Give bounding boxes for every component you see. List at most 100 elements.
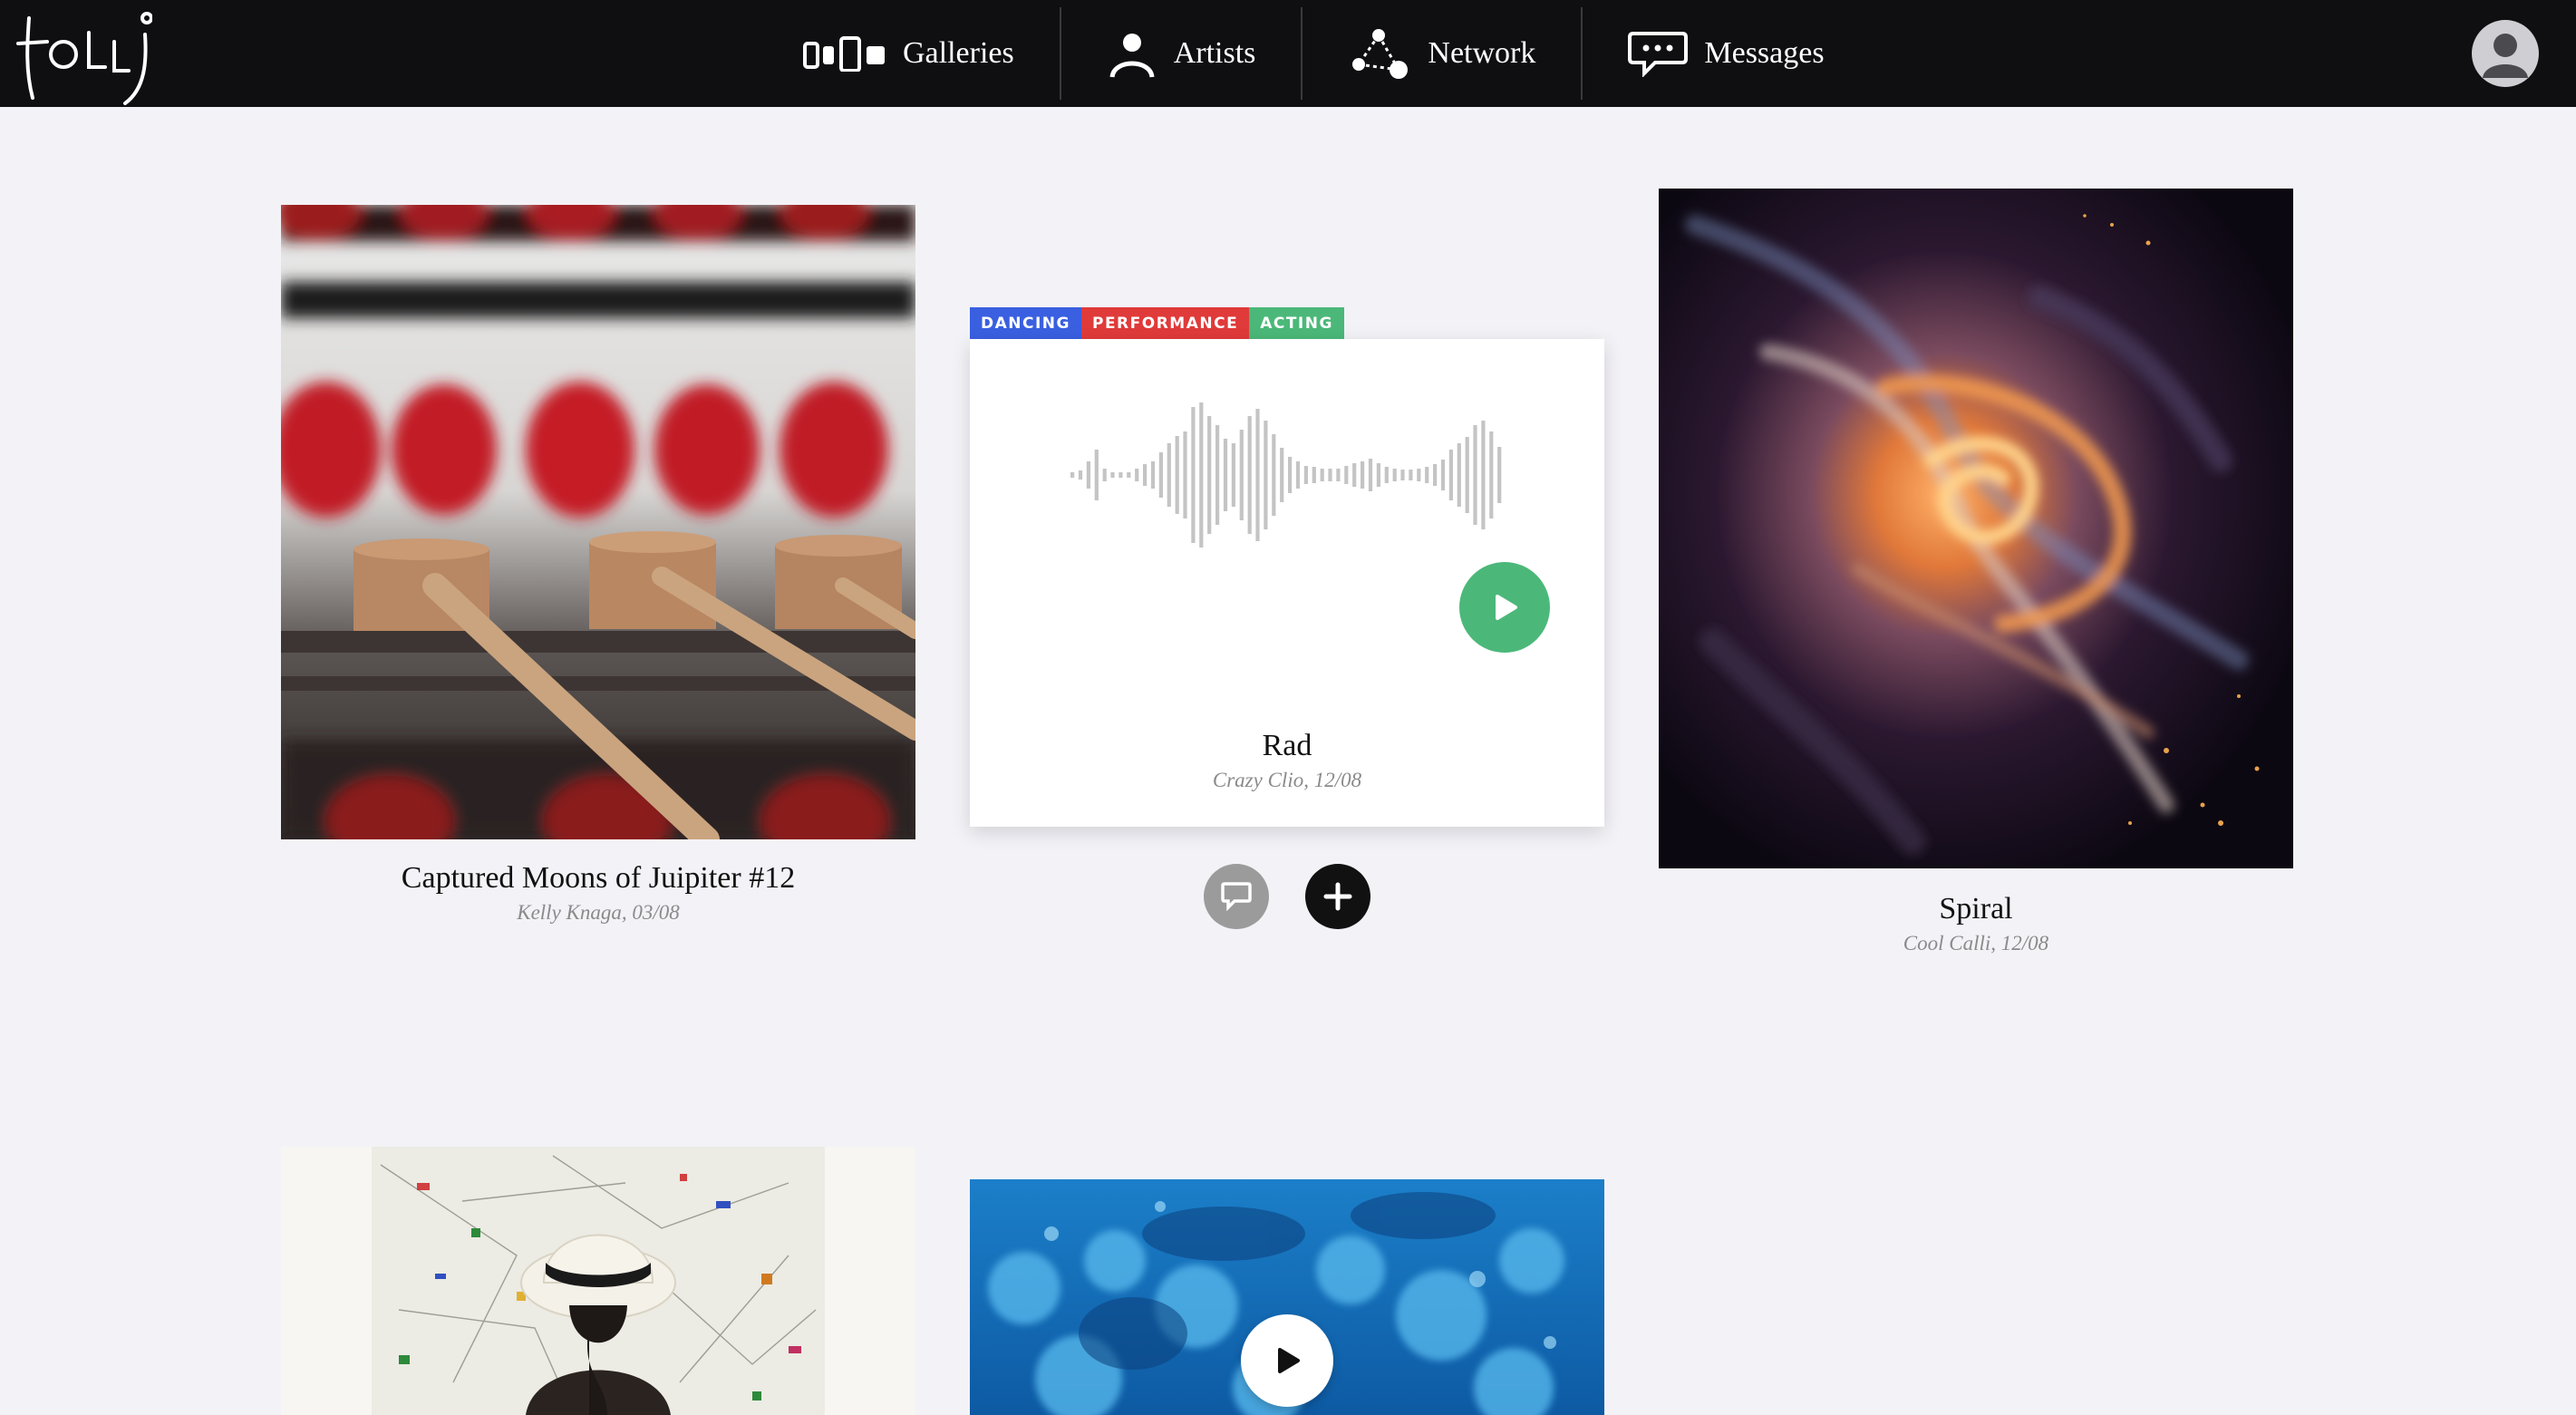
play-icon [1278, 1348, 1300, 1373]
user-avatar[interactable] [2472, 20, 2539, 87]
comment-button[interactable] [1204, 864, 1269, 929]
audio-byline[interactable]: Crazy Clio, 12/08 [970, 769, 1604, 792]
waveform-bar [1344, 466, 1349, 484]
waveform-bar [1150, 461, 1156, 489]
waveform-bar [1400, 470, 1405, 480]
waveform-bar [1102, 469, 1107, 481]
waveform-bar [1255, 409, 1260, 541]
waveform-bar [1135, 469, 1139, 481]
waveform-bar [1425, 467, 1429, 483]
audio-waveform-icon [1070, 402, 1502, 548]
waveform-bar [1280, 448, 1284, 502]
plus-icon [1323, 882, 1352, 911]
waveform-bar [1110, 472, 1115, 478]
play-icon [1496, 595, 1517, 620]
artwork-byline[interactable]: Cool Calli, 12/08 [1659, 932, 2293, 955]
tag-dancing[interactable]: DANCING [970, 307, 1081, 339]
nav-item-artists[interactable]: Artists [1061, 0, 1302, 107]
waveform-bar [1247, 416, 1252, 534]
artwork-caption: Captured Moons of Juipiter #12 Kelly Kna… [281, 861, 915, 925]
waveform-bar [1207, 416, 1212, 534]
waveform-bar [1384, 467, 1389, 483]
nav-item-messages[interactable]: Messages [1583, 0, 1869, 107]
waveform-bar [1352, 463, 1357, 487]
galleries-icon [803, 35, 886, 72]
tag-list: DANCING PERFORMANCE ACTING [970, 307, 1344, 339]
waveform-bar [1223, 439, 1228, 511]
artist-icon [1107, 28, 1157, 79]
waveform-bar [1272, 434, 1276, 516]
waveform-bar [1409, 470, 1413, 480]
tag-acting[interactable]: ACTING [1249, 307, 1344, 339]
audio-title[interactable]: Rad [970, 729, 1604, 763]
top-navigation-bar: Galleries Artists Network Messages [0, 0, 2576, 107]
audio-caption: Rad Crazy Clio, 12/08 [970, 729, 1604, 792]
waveform-bar [1288, 457, 1293, 493]
user-avatar-icon [2483, 34, 2528, 78]
artwork-image-spiral[interactable] [1659, 189, 2293, 868]
artwork-caption: Spiral Cool Calli, 12/08 [1659, 892, 2293, 955]
waveform-bar [1328, 469, 1332, 481]
audio-play-button[interactable] [1459, 562, 1550, 653]
artwork-thumbnail [281, 1147, 915, 1415]
add-button[interactable] [1305, 864, 1370, 929]
waveform-bar [1376, 463, 1380, 487]
waveform-bar [1086, 461, 1090, 489]
waveform-bar [1167, 443, 1171, 507]
waveform-bar [1143, 464, 1148, 486]
waveform-bar [1320, 469, 1324, 481]
waveform-bar [1094, 450, 1099, 500]
nav-item-galleries[interactable]: Galleries [758, 0, 1060, 107]
tolli-logo[interactable] [16, 7, 152, 109]
waveform-bar [1481, 421, 1486, 529]
artwork-image-gallery-visitor[interactable] [281, 1147, 915, 1415]
waveform-bar [1489, 431, 1494, 519]
messages-icon [1628, 30, 1689, 77]
network-icon [1348, 26, 1411, 81]
waveform-bar [1158, 452, 1163, 498]
nav-item-network[interactable]: Network [1303, 0, 1581, 107]
waveform-bar [1336, 469, 1341, 481]
nav-label-network: Network [1428, 36, 1536, 70]
artwork-thumbnail [1659, 189, 2293, 868]
main-nav: Galleries Artists Network Messages [758, 0, 1870, 107]
waveform-bar [1183, 431, 1187, 519]
waveform-bar [1361, 461, 1365, 489]
nav-label-messages: Messages [1704, 36, 1825, 70]
waveform-bar [1473, 425, 1477, 525]
video-play-button[interactable] [1241, 1314, 1333, 1407]
waveform-bar [1417, 469, 1421, 481]
audio-card[interactable]: Rad Crazy Clio, 12/08 [970, 339, 1604, 827]
tag-performance[interactable]: PERFORMANCE [1080, 307, 1250, 339]
artwork-image-captured-moons[interactable] [281, 205, 915, 839]
waveform-bar [1448, 450, 1453, 500]
waveform-bar [1070, 472, 1075, 478]
nav-label-galleries: Galleries [903, 36, 1014, 70]
waveform-bar [1497, 447, 1502, 503]
waveform-bar [1465, 437, 1469, 513]
waveform-bar [1433, 464, 1438, 486]
comment-icon [1221, 882, 1252, 912]
artwork-thumbnail [281, 205, 915, 839]
artwork-title[interactable]: Captured Moons of Juipiter #12 [281, 861, 915, 896]
waveform-bar [1199, 402, 1204, 548]
waveform-bar [1295, 461, 1301, 489]
waveform-bar [1175, 436, 1179, 514]
waveform-bar [1231, 443, 1235, 507]
waveform-bar [1392, 469, 1397, 481]
waveform-bar [1191, 407, 1196, 543]
artwork-title[interactable]: Spiral [1659, 892, 2293, 926]
waveform-bar [1264, 421, 1268, 529]
artwork-byline[interactable]: Kelly Knaga, 03/08 [281, 901, 915, 925]
waveform-bar [1215, 425, 1220, 525]
nav-label-artists: Artists [1173, 36, 1256, 70]
waveform-bar [1457, 443, 1461, 507]
waveform-bar [1127, 472, 1131, 478]
waveform-bar [1368, 459, 1373, 491]
waveform-bar [1078, 470, 1083, 480]
waveform-bar [1312, 467, 1316, 483]
waveform-bar [1303, 466, 1308, 484]
waveform-bar [1239, 430, 1244, 520]
waveform-bar [1440, 460, 1446, 490]
waveform-bar [1119, 472, 1123, 478]
